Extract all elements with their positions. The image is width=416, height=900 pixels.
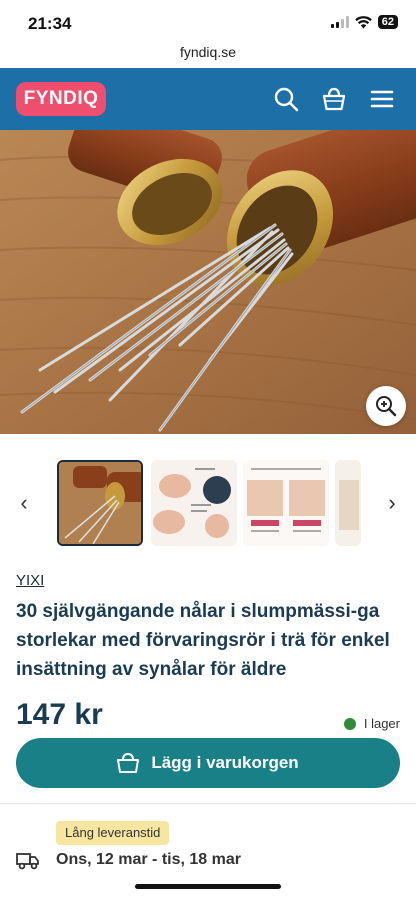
stock-status: I lager (343, 716, 400, 731)
stock-label: I lager (363, 716, 400, 731)
divider (0, 803, 416, 804)
thumbnail-image (243, 460, 329, 546)
status-time: 21:34 (28, 14, 72, 33)
thumbnail-image (151, 460, 237, 546)
chevron-right-icon[interactable]: › (382, 490, 402, 516)
search-icon[interactable] (273, 86, 299, 112)
thumbnail-image (59, 462, 141, 544)
brand-link[interactable]: YIXI (16, 572, 44, 589)
status-icons: 62 (330, 15, 398, 29)
basket-icon (117, 753, 140, 773)
url-bar[interactable]: fyndiq.se (0, 44, 416, 68)
product-image[interactable] (0, 130, 416, 434)
battery-icon: 62 (377, 15, 398, 29)
thumbnail-strip: ‹ › (0, 456, 416, 550)
thumbnail-1[interactable] (57, 460, 143, 546)
thumbnail-image (335, 460, 361, 546)
thumbnail-3[interactable] (243, 460, 329, 546)
delivery-dates: Ons, 12 mar - tis, 18 mar (56, 851, 241, 868)
in-stock-dot-icon (343, 717, 356, 730)
site-header: FYNDIQ (0, 68, 416, 130)
status-bar: 21:34 62 (0, 0, 416, 44)
wifi-icon (354, 15, 372, 28)
chevron-left-icon[interactable]: ‹ (14, 490, 34, 516)
zoom-button[interactable] (366, 386, 406, 426)
menu-icon[interactable] (369, 86, 395, 112)
signal-icon (330, 16, 349, 28)
thumbnail-4[interactable] (335, 460, 361, 546)
delivery-badge: Lång leveranstid (56, 821, 170, 845)
add-to-cart-button[interactable]: Lägg i varukorgen (16, 738, 400, 788)
fyndiq-logo[interactable]: FYNDIQ (16, 82, 106, 116)
product-price: 147 kr (16, 698, 103, 731)
delivery-truck-icon (16, 853, 39, 870)
zoom-in-icon (376, 396, 397, 417)
home-indicator[interactable] (135, 884, 281, 889)
product-title: 30 självgängande nålar i slumpmässi-ga s… (16, 601, 390, 680)
add-to-cart-label: Lägg i varukorgen (151, 753, 299, 772)
thumbnail-2[interactable] (151, 460, 237, 546)
basket-icon[interactable] (321, 86, 347, 112)
product-photo (0, 130, 416, 434)
